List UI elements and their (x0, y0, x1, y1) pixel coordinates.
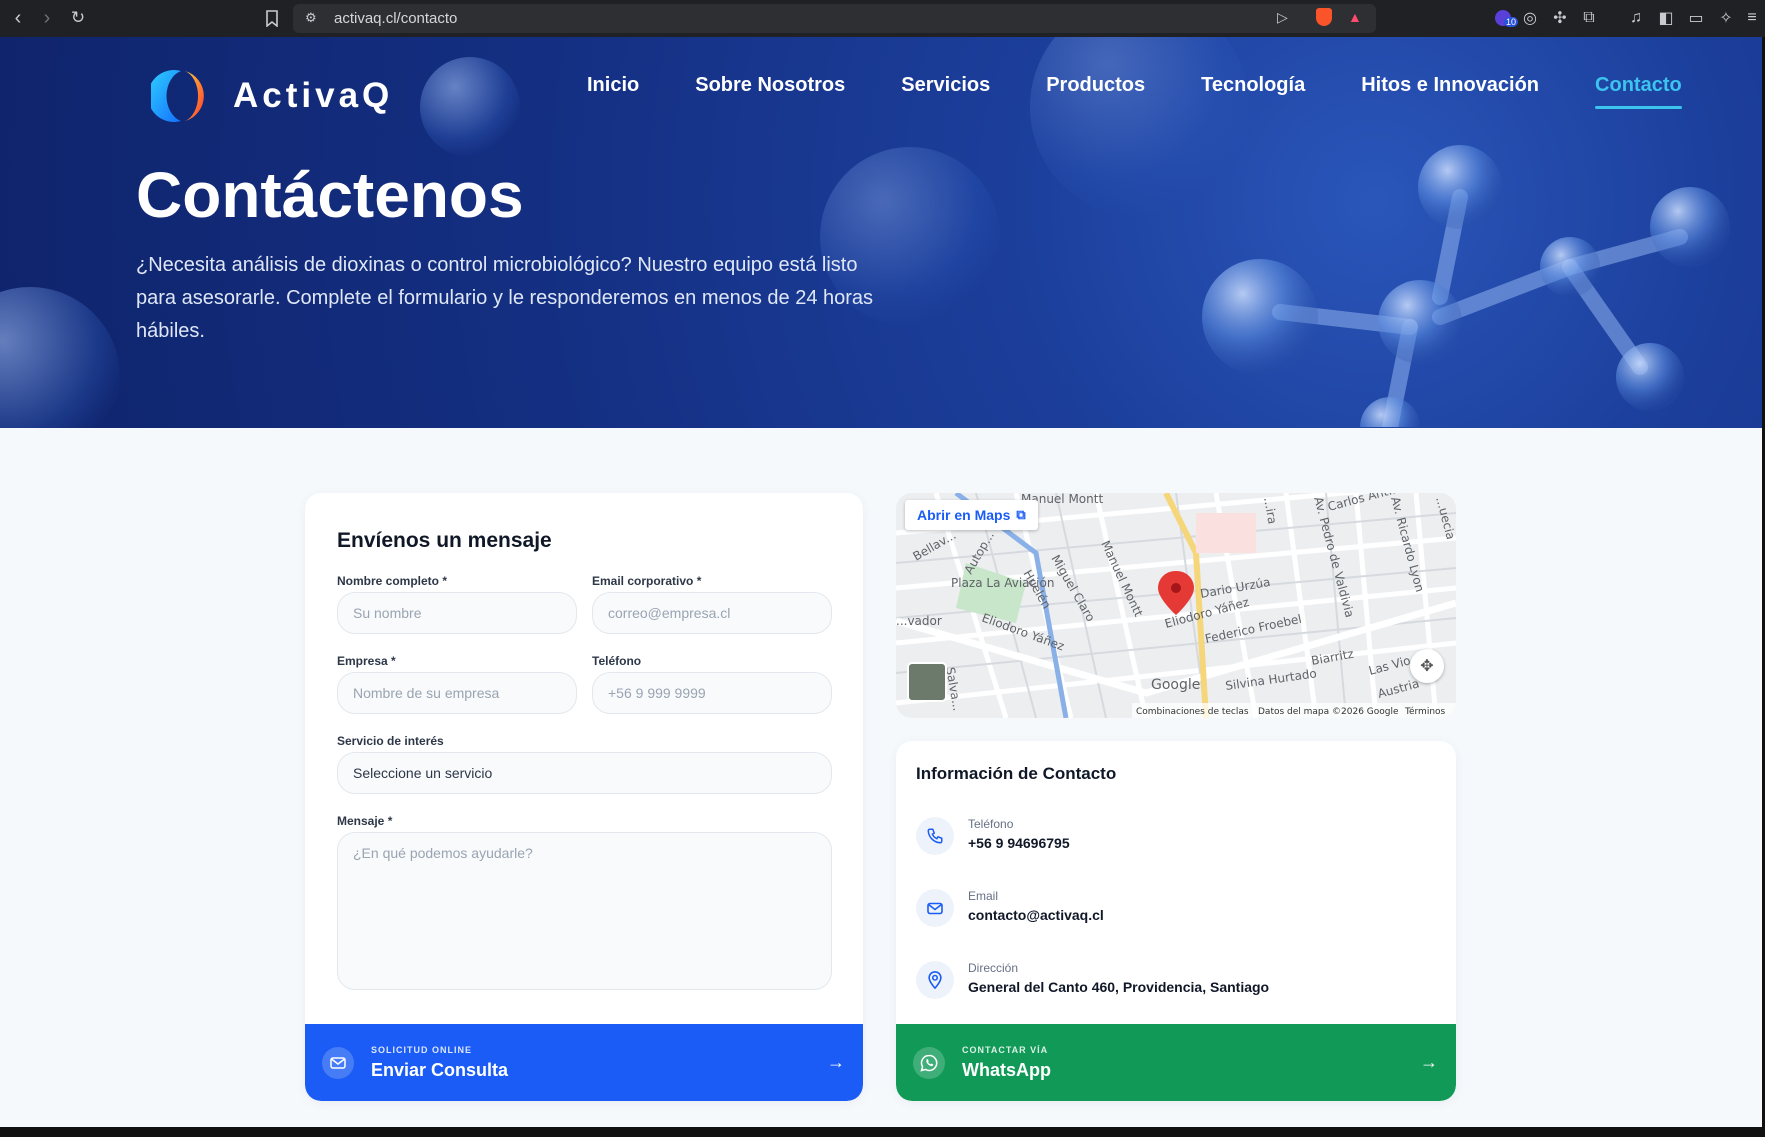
location-pin-icon (916, 961, 954, 999)
phone-value[interactable]: +56 9 94696795 (968, 835, 1070, 851)
fullscreen-icon[interactable]: ✥ (1410, 649, 1444, 683)
email-label: Email corporativo * (592, 574, 702, 588)
page: ActivaQ Inicio Sobre Nosotros Servicios … (0, 37, 1762, 1127)
whatsapp-label: WhatsApp (962, 1059, 1051, 1080)
menu-icon[interactable]: ≡ (1741, 7, 1763, 29)
wallet-icon[interactable]: ▭ (1685, 7, 1707, 29)
page-title: Contáctenos (136, 159, 524, 231)
company-label: Empresa * (337, 654, 396, 668)
nav-tecnologia[interactable]: Tecnología (1201, 74, 1305, 97)
address-value: General del Canto 460, Providencia, Sant… (968, 979, 1270, 995)
message-textarea[interactable]: ¿En qué podemos ayudarle? (337, 832, 832, 990)
activaq-logo-icon (151, 70, 204, 122)
company-placeholder: Nombre de su empresa (353, 685, 500, 701)
wallet-extension-icon[interactable]: 10 (1492, 7, 1519, 29)
open-in-maps-label: Abrir en Maps (917, 507, 1011, 523)
message-label: Mensaje * (337, 814, 393, 828)
email-placeholder: correo@empresa.cl (608, 605, 731, 621)
name-label: Nombre completo * (337, 574, 448, 588)
site-settings-icon[interactable]: ⚙ (305, 10, 317, 26)
service-select[interactable]: Seleccione un servicio (337, 752, 832, 794)
address-bar[interactable]: ⚙ activaq.cl/contacto ▷ ▲ (293, 4, 1376, 33)
phone-icon (916, 817, 954, 855)
email-value[interactable]: contacto@activaq.cl (968, 907, 1104, 923)
brave-rewards-icon[interactable]: ▲ (1348, 9, 1362, 25)
submit-label: Enviar Consulta (371, 1059, 509, 1080)
phone-placeholder: +56 9 999 9999 (608, 685, 706, 701)
leo-ai-icon[interactable]: ✧ (1715, 7, 1737, 29)
map-keyboard-shortcuts[interactable]: Combinaciones de teclas (1136, 707, 1249, 717)
site-logo[interactable]: ActivaQ (151, 67, 393, 125)
forward-icon[interactable]: › (32, 3, 62, 33)
main-nav: Inicio Sobre Nosotros Servicios Producto… (587, 74, 1738, 109)
google-logo: Google (1151, 677, 1200, 693)
contact-form-card: Envíenos un mensaje Nombre completo * Su… (305, 493, 863, 1101)
nav-servicios[interactable]: Servicios (901, 74, 990, 97)
service-selected-value: Seleccione un servicio (353, 765, 493, 781)
nav-productos[interactable]: Productos (1046, 74, 1145, 97)
extension-badge: 10 (1504, 17, 1519, 27)
reload-icon[interactable]: ↻ (63, 3, 93, 33)
service-label: Servicio de interés (337, 734, 444, 748)
whatsapp-eyebrow: CONTACTAR VÍA (962, 1044, 1049, 1055)
contact-phone-row: Teléfono +56 9 94696795 (916, 817, 1070, 855)
phone-label: Teléfono (592, 654, 642, 668)
arrow-right-icon: → (827, 1052, 845, 1072)
whatsapp-button[interactable]: CONTACTAR VÍA WhatsApp → (896, 1024, 1456, 1101)
nav-sobre-nosotros[interactable]: Sobre Nosotros (695, 74, 845, 97)
nav-inicio[interactable]: Inicio (587, 74, 639, 97)
whatsapp-icon (913, 1046, 945, 1079)
send-icon[interactable]: ▷ (1277, 9, 1288, 26)
map-data-credit: Datos del mapa ©2026 Google (1258, 707, 1399, 717)
address-label: Dirección (968, 961, 1019, 975)
name-input[interactable]: Su nombre (337, 592, 577, 634)
external-link-icon: ⧉ (1016, 507, 1026, 522)
media-icon[interactable]: ♫ (1625, 7, 1647, 29)
submit-eyebrow: SOLICITUD ONLINE (371, 1044, 472, 1055)
back-icon[interactable]: ‹ (3, 3, 33, 33)
compass-icon[interactable]: ◎ (1519, 7, 1541, 29)
company-input[interactable]: Nombre de su empresa (337, 672, 577, 714)
mail-icon (322, 1046, 354, 1079)
screenshot-icon[interactable]: ⧉ (1578, 7, 1600, 29)
bubble-decoration (420, 57, 520, 157)
nav-hitos-innovacion[interactable]: Hitos e Innovación (1361, 74, 1539, 97)
bubble-decoration (0, 287, 120, 428)
map-street-label: ...vador (896, 614, 942, 628)
form-title: Envíenos un mensaje (337, 529, 552, 552)
submit-button[interactable]: SOLICITUD ONLINE Enviar Consulta → (305, 1024, 863, 1101)
url-text: activaq.cl/contacto (334, 10, 458, 27)
bookmark-icon[interactable] (257, 3, 287, 33)
open-in-maps-link[interactable]: Abrir en Maps ⧉ (905, 500, 1038, 530)
map-terms[interactable]: Términos (1404, 706, 1446, 717)
logo-text: ActivaQ (233, 76, 394, 115)
contact-email-row: Email contacto@activaq.cl (916, 889, 1104, 927)
hero-section: ActivaQ Inicio Sobre Nosotros Servicios … (0, 37, 1762, 428)
phone-label: Teléfono (968, 817, 1014, 831)
google-map[interactable]: Manuel Montt Carlos Ant... Av. Pedro de … (896, 493, 1456, 718)
contact-info-title: Información de Contacto (916, 764, 1117, 783)
message-placeholder: ¿En qué podemos ayudarle? (353, 845, 533, 861)
nav-contacto[interactable]: Contacto (1595, 74, 1682, 109)
satellite-toggle[interactable] (907, 662, 947, 702)
mail-icon (916, 889, 954, 927)
molecule-illustration (1202, 145, 1730, 427)
phone-input[interactable]: +56 9 999 9999 (592, 672, 832, 714)
arrow-right-icon: → (1420, 1052, 1438, 1072)
contact-info-card: Información de Contacto Teléfono +56 9 9… (896, 741, 1456, 1101)
contact-address-row: Dirección General del Canto 460, Provide… (916, 961, 1269, 999)
email-input[interactable]: correo@empresa.cl (592, 592, 832, 634)
brave-shield-icon[interactable] (1316, 8, 1332, 26)
browser-toolbar: ‹ › ↻ ⚙ activaq.cl/contacto ▷ ▲ 10 ◎ ✣ ⧉… (0, 0, 1765, 37)
extensions-icon[interactable]: ✣ (1549, 7, 1571, 29)
name-placeholder: Su nombre (353, 605, 422, 621)
email-label: Email (968, 889, 999, 903)
hero-subtitle: ¿Necesita análisis de dioxinas o control… (136, 254, 874, 342)
sidebar-icon[interactable]: ◧ (1655, 7, 1677, 29)
